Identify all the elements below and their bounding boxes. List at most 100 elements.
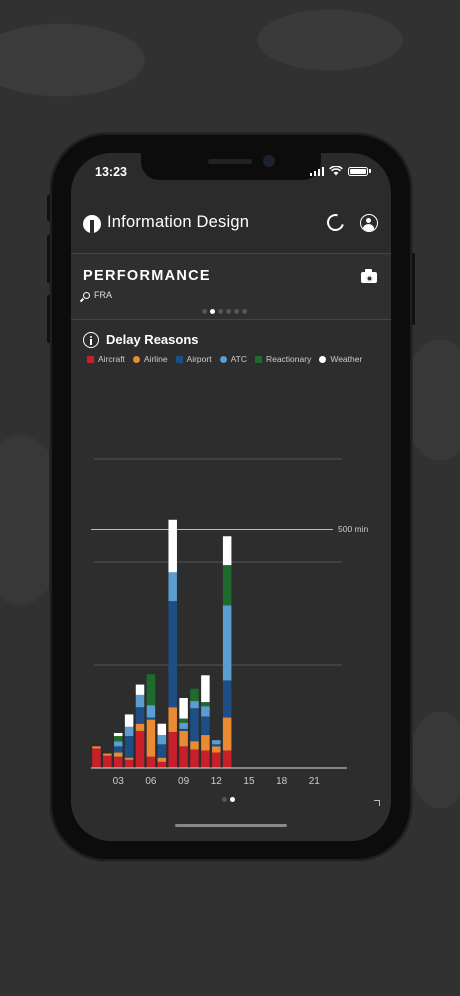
bar-segment (113, 732, 123, 737)
bar-segment (168, 572, 177, 602)
front-camera (264, 156, 274, 166)
bar-segment (201, 675, 210, 703)
bar-segment (212, 752, 221, 768)
bar-segment (124, 757, 134, 760)
delay-chart: 03 06 09 12 15 18 21 (91, 458, 347, 787)
bar-segment (212, 746, 221, 753)
x-tick-label: 12 (211, 776, 223, 787)
bar-segment (201, 750, 210, 768)
bar-segment (201, 735, 210, 751)
bar-segment (190, 688, 199, 702)
status-icons (309, 166, 371, 176)
bar-segment (157, 723, 167, 736)
pager-dot[interactable] (226, 309, 231, 314)
x-tick-label: 15 (243, 776, 255, 787)
bar-segment (135, 707, 145, 724)
phone-side-button (412, 253, 415, 325)
refresh-icon[interactable] (323, 210, 348, 235)
x-tick-label: 03 (113, 776, 125, 787)
bar-segment (201, 706, 210, 717)
bar-segment (135, 694, 145, 708)
bar-segment (222, 536, 232, 566)
bar-segment (103, 753, 112, 756)
pager-dot[interactable] (230, 797, 235, 802)
bar-segment (179, 730, 188, 747)
camera-icon[interactable] (361, 269, 377, 283)
battery-icon (348, 166, 368, 176)
bar-segment (201, 702, 210, 707)
signal-icon (309, 166, 324, 176)
bar-segment (212, 740, 221, 745)
bar-segment (168, 519, 177, 573)
pager-dot[interactable] (242, 309, 247, 314)
bar-segment (222, 717, 232, 751)
chart-pager[interactable] (222, 797, 235, 802)
bar-segment (157, 757, 167, 762)
bar-segment (168, 731, 177, 768)
bar-segment (113, 756, 123, 768)
bar-segment (190, 701, 199, 709)
bar-segment (146, 674, 156, 706)
performance-pager[interactable] (202, 309, 247, 314)
status-time: 13:23 (95, 165, 127, 179)
bar-segment (157, 735, 167, 745)
speaker (208, 159, 252, 164)
bar-segment (157, 761, 167, 768)
bar-segment (179, 728, 188, 731)
bar-segment (135, 730, 145, 768)
bar-segment (179, 722, 188, 729)
bar-segment (146, 756, 156, 768)
x-tick-label: 09 (178, 776, 190, 787)
bar-segment (146, 705, 156, 718)
bar-segment (168, 707, 177, 732)
bar-segment (113, 741, 123, 747)
bar-segment (179, 746, 188, 768)
bar-segment (124, 759, 134, 768)
performance-card[interactable]: PERFORMANCE FRA (71, 254, 391, 320)
x-tick-label: 06 (145, 776, 157, 787)
bar-segment (157, 744, 167, 758)
bar-segment (222, 605, 232, 681)
bar-segment (146, 719, 156, 757)
bar-segment (113, 736, 123, 742)
pager-dot[interactable] (222, 797, 227, 802)
notch (141, 153, 321, 180)
bar-segment (190, 749, 199, 768)
pager-dot[interactable] (210, 309, 215, 314)
app-title: Information Design (107, 213, 250, 231)
bar-segment (124, 714, 134, 727)
battery-tip (369, 169, 371, 173)
bar-segment (92, 746, 101, 749)
bar-segment (179, 718, 188, 723)
bar-segment (179, 697, 188, 719)
bar-segment (190, 741, 199, 750)
x-tick-label: 21 (309, 776, 321, 787)
phone-side-button (47, 195, 50, 221)
home-indicator (175, 824, 287, 827)
bar-segment (146, 717, 156, 720)
airport-code: FRA (94, 290, 112, 300)
performance-title: PERFORMANCE (83, 268, 211, 284)
search-icon[interactable] (83, 292, 90, 299)
pager-dot[interactable] (202, 309, 207, 314)
phone-frame: 13:23 Information Design PERFORMANCE FRA… (47, 133, 415, 861)
bar-segment (135, 723, 145, 731)
delay-reasons-card: Delay Reasons Aircraft Airline Airport ATC R… (71, 321, 391, 841)
bar-segment (124, 736, 134, 758)
bar-segment (113, 746, 123, 753)
wifi-icon (329, 166, 343, 176)
profile-icon[interactable] (360, 214, 378, 232)
bar-segment (113, 752, 123, 757)
logo-icon (83, 215, 101, 233)
bar-segment (124, 726, 134, 737)
phone-side-button (47, 235, 50, 283)
phone-side-button (47, 295, 50, 343)
bar-segment (222, 565, 232, 606)
expand-icon[interactable] (374, 800, 380, 806)
bar-segment (212, 744, 221, 747)
pager-dot[interactable] (234, 309, 239, 314)
pager-dot[interactable] (218, 309, 223, 314)
bar-segment (103, 755, 112, 768)
bar-segment (222, 680, 232, 718)
bar-segment (168, 601, 177, 708)
